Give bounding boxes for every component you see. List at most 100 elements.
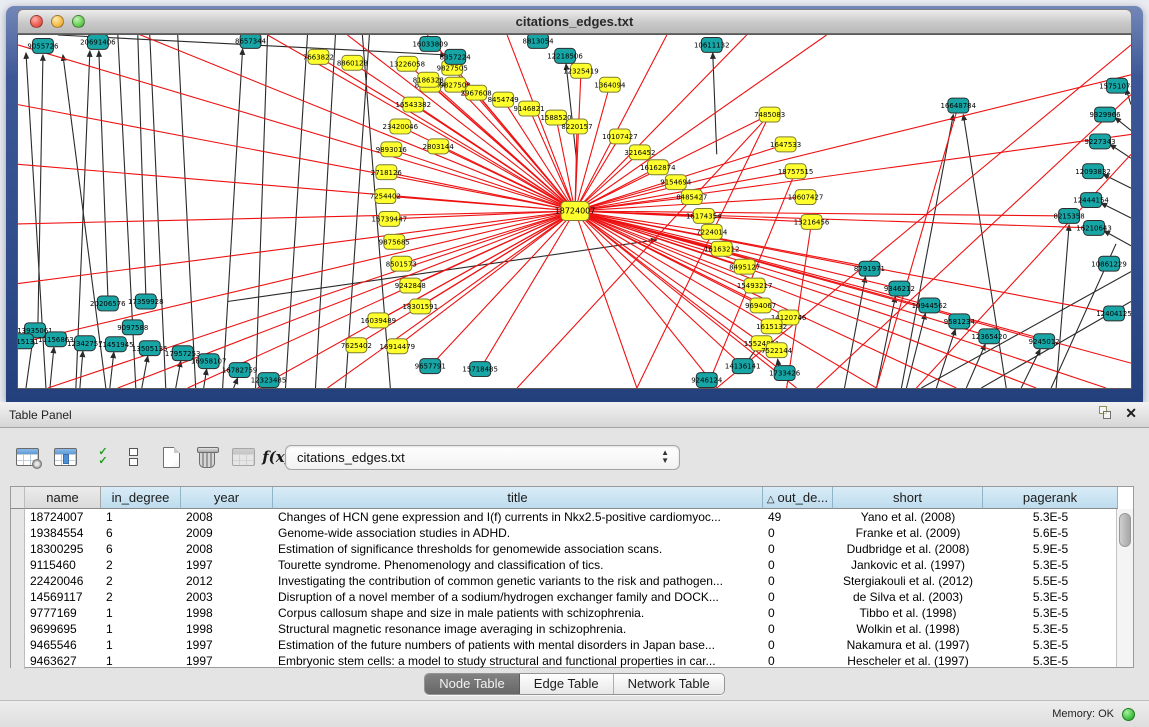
network-node[interactable]: 8860128	[337, 55, 368, 70]
table-tabbar: Node TableEdge TableNetwork Table	[0, 673, 1149, 695]
citation-network-graph[interactable]: 1872400798275058912974165433822342004628…	[18, 35, 1131, 388]
network-node[interactable]: 23420046	[383, 119, 419, 134]
create-column-icon[interactable]	[156, 441, 186, 473]
network-node[interactable]: 18757515	[778, 164, 814, 179]
network-node[interactable]: 10607427	[788, 190, 824, 205]
network-node[interactable]: 18724007	[555, 202, 596, 221]
network-node[interactable]: 16782759	[222, 363, 258, 378]
network-edge	[966, 344, 985, 388]
network-node[interactable]: 16210643	[1076, 220, 1112, 235]
row-gutter-header[interactable]	[11, 487, 25, 509]
cell-in_degree: 1	[101, 637, 181, 653]
network-node[interactable]: 9346212	[884, 281, 915, 296]
table-row[interactable]: 1872400712008Changes of HCN gene express…	[11, 509, 1133, 525]
table-selector-dropdown[interactable]: citations_edges.txt ▲▼	[285, 445, 680, 470]
delete-column-icon[interactable]	[192, 441, 222, 473]
network-node[interactable]: 9097588	[117, 320, 148, 335]
network-node[interactable]: 10861229	[1091, 256, 1127, 271]
network-node[interactable]: 12218506	[547, 48, 583, 63]
network-node[interactable]: 7224014	[696, 224, 728, 239]
network-node[interactable]: 8791971	[854, 261, 885, 276]
tab-edge-table[interactable]: Edge Table	[520, 674, 614, 694]
network-edge	[1115, 118, 1131, 131]
network-node[interactable]: 14136141	[725, 359, 761, 374]
cell-out_degree: 0	[763, 621, 833, 637]
network-node[interactable]: 1647533	[770, 137, 801, 152]
network-edge	[397, 211, 575, 346]
network-window-titlebar[interactable]: citations_edges.txt	[17, 9, 1132, 34]
network-node[interactable]: 7625402	[341, 338, 372, 353]
node-label: 12444154	[1073, 197, 1109, 205]
table-row[interactable]: 911546021997Tourette syndrome. Phenomeno…	[11, 557, 1133, 573]
column-header-short[interactable]: short	[833, 487, 983, 509]
network-node[interactable]: 1364094	[594, 77, 626, 92]
table-row[interactable]: 2242004622012Investigating the contribut…	[11, 573, 1133, 589]
node-label: 9055726	[27, 43, 58, 51]
show-columns-icon[interactable]	[50, 441, 80, 473]
network-node[interactable]: 16648784	[941, 98, 977, 113]
network-node[interactable]: 8657344	[235, 35, 267, 48]
network-node[interactable]: 13505135	[132, 341, 168, 356]
close-panel-icon[interactable]: ✕	[1125, 406, 1137, 420]
network-node[interactable]: 10107427	[602, 129, 638, 144]
network-node[interactable]: 8215358	[1054, 209, 1085, 224]
column-header-title[interactable]: title	[273, 487, 763, 509]
network-node[interactable]: 15718485	[462, 362, 498, 377]
network-node[interactable]: 9581234	[944, 314, 976, 329]
network-node[interactable]: 13226058	[390, 56, 426, 71]
network-node[interactable]: 16914479	[380, 339, 416, 354]
network-node[interactable]: 8501573	[386, 256, 417, 271]
tab-node-table[interactable]: Node Table	[425, 674, 520, 694]
network-node[interactable]: 11451945	[98, 337, 134, 352]
network-node[interactable]: 8813054	[523, 35, 555, 48]
network-node[interactable]: 17359928	[128, 294, 164, 309]
column-header-name[interactable]: name	[25, 487, 101, 509]
network-edge	[1110, 144, 1131, 158]
network-node[interactable]: 1733426	[769, 366, 800, 381]
table-mode-icon[interactable]	[12, 441, 42, 473]
network-node[interactable]: 16174354	[686, 209, 722, 224]
network-node[interactable]: 9055726	[27, 38, 58, 53]
network-node[interactable]: 12365420	[971, 329, 1007, 344]
scrollbar-thumb[interactable]	[1119, 513, 1131, 547]
table-row[interactable]: 946554611997Estimation of the future num…	[11, 637, 1133, 653]
network-node[interactable]: 10611132	[694, 37, 730, 52]
network-node[interactable]: 9893016	[376, 142, 407, 157]
network-canvas[interactable]: 1872400798275058912974165433822342004628…	[17, 34, 1132, 389]
network-node[interactable]: 9227343	[1085, 134, 1116, 149]
tab-network-table[interactable]: Network Table	[614, 674, 724, 694]
network-node[interactable]: 18301591	[403, 299, 439, 314]
network-node[interactable]: 9875685	[379, 234, 410, 249]
network-node[interactable]: 9657791	[415, 359, 446, 374]
table-row[interactable]: 1938455462009Genome-wide association stu…	[11, 525, 1133, 541]
table-row[interactable]: 977716911998Corpus callosum shape and si…	[11, 605, 1133, 621]
network-node[interactable]: 16033809	[412, 36, 448, 51]
float-panel-icon[interactable]	[1099, 406, 1113, 420]
network-node[interactable]: 12093832	[1075, 164, 1111, 179]
column-header-year[interactable]: year	[181, 487, 273, 509]
network-node[interactable]: 13216456	[794, 214, 830, 229]
network-node[interactable]: 7663822	[303, 49, 334, 64]
column-header-in_degree[interactable]: in_degree	[101, 487, 181, 509]
table-row[interactable]: 1456911722003Disruption of a novel membe…	[11, 589, 1133, 605]
selection-mode-icon[interactable]: ✓✓	[88, 441, 118, 473]
network-node[interactable]: 9154694	[660, 175, 692, 190]
network-node[interactable]: 10944562	[912, 298, 948, 313]
network-node[interactable]: 9246124	[691, 373, 723, 388]
table-row[interactable]: 946362711997Embryonic stem cells: a mode…	[11, 653, 1133, 669]
vertical-scrollbar[interactable]	[1116, 509, 1133, 667]
network-node[interactable]: 12444154	[1073, 193, 1109, 208]
table-row[interactable]: 1830029562008Estimation of significance …	[11, 541, 1133, 557]
import-table-icon[interactable]	[228, 441, 258, 473]
network-node[interactable]: 16039489	[361, 313, 397, 328]
node-label: 15751074	[1099, 82, 1131, 90]
column-header-out_de[interactable]: △out_de...	[763, 487, 833, 509]
cell-in_degree: 2	[101, 557, 181, 573]
network-node[interactable]: 16543382	[396, 97, 432, 112]
column-header-pagerank[interactable]: pagerank	[983, 487, 1118, 509]
table-row[interactable]: 969969511998Structural magnetic resonanc…	[11, 621, 1133, 637]
network-edge	[575, 85, 610, 211]
row-height-icon[interactable]	[118, 441, 148, 473]
network-node[interactable]: 15751074	[1099, 78, 1131, 93]
network-node[interactable]: 12325419	[563, 63, 599, 78]
